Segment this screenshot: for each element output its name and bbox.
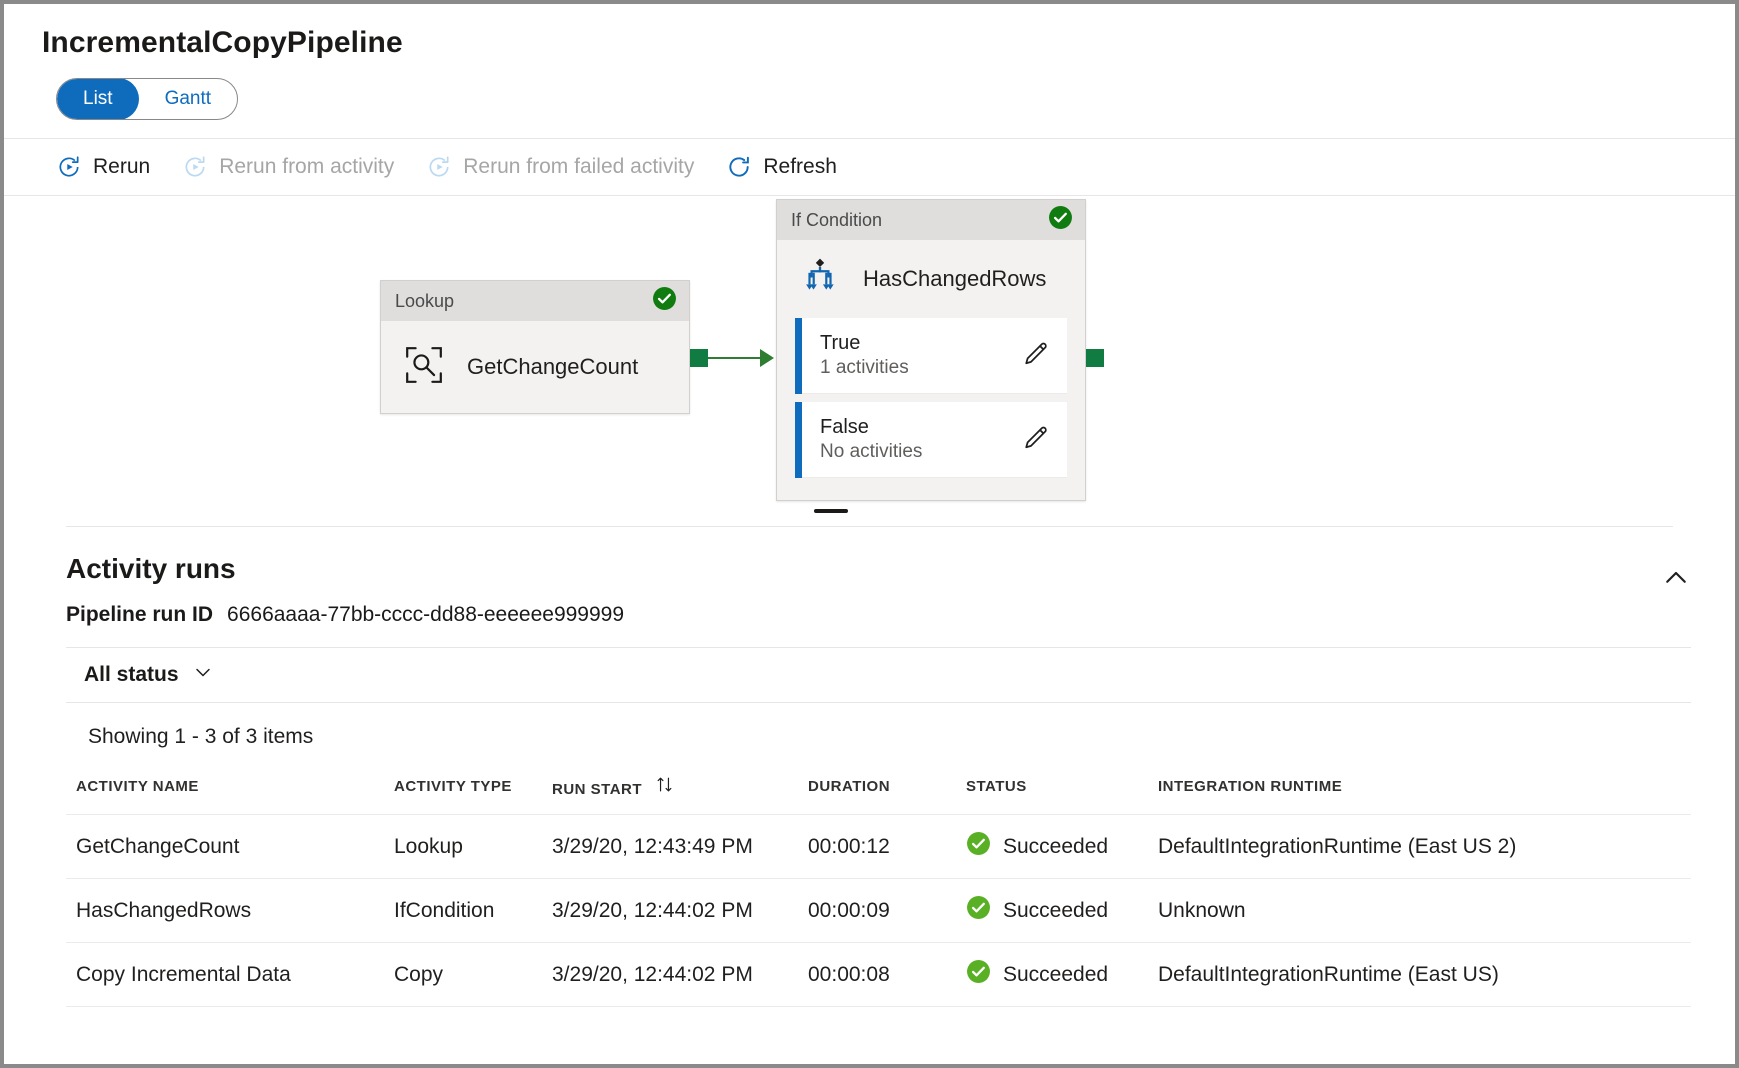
activity-node-lookup-header: Lookup xyxy=(381,281,689,321)
pipeline-run-id-value: 6666aaaa-77bb-cccc-dd88-eeeeee999999 xyxy=(227,603,624,627)
pipeline-run-id-row: Pipeline run ID 6666aaaa-77bb-cccc-dd88-… xyxy=(66,585,1691,627)
cell-activity-type: Copy xyxy=(384,943,542,1007)
table-header-row: ACTIVITY NAME ACTIVITY TYPE RUN START DU… xyxy=(66,765,1691,815)
table-row[interactable]: HasChangedRows IfCondition 3/29/20, 12:4… xyxy=(66,879,1691,943)
cell-duration: 00:00:09 xyxy=(798,879,956,943)
connector-output-port-lookup[interactable] xyxy=(690,349,708,367)
branch-false-label: False xyxy=(820,416,922,438)
pipeline-run-id-label: Pipeline run ID xyxy=(66,603,213,627)
cell-status: Succeeded xyxy=(956,943,1148,1007)
cell-integration-runtime: DefaultIntegrationRuntime (East US 2) xyxy=(1148,815,1691,879)
activity-node-if-condition-type: If Condition xyxy=(791,210,882,231)
branch-true-count: 1 activities xyxy=(820,358,909,379)
column-header-run-start-label: RUN START xyxy=(552,781,642,798)
activity-node-lookup[interactable]: Lookup xyxy=(380,280,690,414)
cell-activity-name: HasChangedRows xyxy=(66,879,384,943)
rerun-icon xyxy=(56,154,82,180)
activity-runs-table: ACTIVITY NAME ACTIVITY TYPE RUN START DU… xyxy=(66,765,1691,1007)
activity-runs-title: Activity runs xyxy=(66,527,1691,585)
branch-true-label: True xyxy=(820,332,909,354)
if-condition-branch-icon xyxy=(799,256,841,303)
status-succeeded-icon xyxy=(652,286,677,316)
cell-activity-name: GetChangeCount xyxy=(66,815,384,879)
activity-node-lookup-type: Lookup xyxy=(395,291,454,312)
cell-status: Succeeded xyxy=(956,815,1148,879)
table-row[interactable]: Copy Incremental Data Copy 3/29/20, 12:4… xyxy=(66,943,1691,1007)
column-header-duration[interactable]: DURATION xyxy=(798,765,956,815)
cell-integration-runtime: Unknown xyxy=(1148,879,1691,943)
if-condition-branch-false[interactable]: False No activities xyxy=(795,402,1067,478)
rerun-from-activity-button[interactable]: Rerun from activity xyxy=(174,148,408,186)
rerun-button[interactable]: Rerun xyxy=(48,148,164,186)
cell-status: Succeeded xyxy=(956,879,1148,943)
connector-arrow-icon xyxy=(760,349,774,367)
activity-node-if-condition[interactable]: If Condition xyxy=(776,199,1086,501)
status-succeeded-icon xyxy=(1048,205,1073,235)
cell-activity-name: Copy Incremental Data xyxy=(66,943,384,1007)
status-filter-bar: All status xyxy=(66,647,1691,703)
sort-arrows-icon[interactable] xyxy=(655,781,674,798)
pipeline-run-monitor-page: IncrementalCopyPipeline List Gantt Rerun xyxy=(0,0,1739,1068)
activity-runs-section: Activity runs Pipeline run ID 6666aaaa-7… xyxy=(4,527,1735,1007)
pencil-icon[interactable] xyxy=(1021,422,1051,457)
status-filter-dropdown[interactable]: All status xyxy=(76,654,223,696)
connector-line xyxy=(708,357,760,359)
activity-node-if-condition-header: If Condition xyxy=(777,200,1085,240)
cell-activity-type: IfCondition xyxy=(384,879,542,943)
column-header-activity-type[interactable]: ACTIVITY TYPE xyxy=(384,765,542,815)
activity-node-if-condition-body: HasChangedRows xyxy=(777,240,1085,318)
status-succeeded-icon xyxy=(966,959,991,990)
view-toggle-list[interactable]: List xyxy=(57,78,139,120)
pipeline-canvas[interactable]: Lookup xyxy=(4,196,1735,526)
cell-run-start: 3/29/20, 12:44:02 PM xyxy=(542,879,798,943)
refresh-icon xyxy=(726,154,752,180)
activity-node-if-condition-name: HasChangedRows xyxy=(863,266,1046,292)
view-toggle-gantt[interactable]: Gantt xyxy=(139,78,237,120)
result-count-text: Showing 1 - 3 of 3 items xyxy=(66,703,1691,765)
view-toggle[interactable]: List Gantt xyxy=(56,78,238,120)
column-header-activity-name[interactable]: ACTIVITY NAME xyxy=(66,765,384,815)
rerun-from-failed-activity-button[interactable]: Rerun from failed activity xyxy=(418,148,708,186)
status-succeeded-icon xyxy=(966,895,991,926)
status-succeeded-icon xyxy=(966,831,991,862)
table-row[interactable]: GetChangeCount Lookup 3/29/20, 12:43:49 … xyxy=(66,815,1691,879)
view-toggle-container: List Gantt xyxy=(4,60,1735,120)
branch-accent-bar xyxy=(795,402,802,478)
activity-node-lookup-name: GetChangeCount xyxy=(467,354,638,380)
rerun-from-failed-activity-icon xyxy=(426,154,452,180)
refresh-button[interactable]: Refresh xyxy=(718,148,851,186)
cell-run-start: 3/29/20, 12:43:49 PM xyxy=(542,815,798,879)
branch-false-count: No activities xyxy=(820,442,922,463)
rerun-from-failed-activity-label: Rerun from failed activity xyxy=(463,155,694,179)
column-header-status[interactable]: STATUS xyxy=(956,765,1148,815)
activity-node-lookup-body: GetChangeCount xyxy=(381,321,689,413)
connector-output-port-if-condition[interactable] xyxy=(1086,349,1104,367)
cell-duration: 00:00:12 xyxy=(798,815,956,879)
status-label: Succeeded xyxy=(1003,835,1108,859)
rerun-from-activity-icon xyxy=(182,154,208,180)
column-header-run-start[interactable]: RUN START xyxy=(542,765,798,815)
page-title: IncrementalCopyPipeline xyxy=(4,4,1735,60)
canvas-scroll-indicator[interactable] xyxy=(814,509,848,513)
status-label: Succeeded xyxy=(1003,963,1108,987)
branch-accent-bar xyxy=(795,318,802,394)
if-condition-node-footer xyxy=(777,478,1085,500)
status-label: Succeeded xyxy=(1003,899,1108,923)
cell-duration: 00:00:08 xyxy=(798,943,956,1007)
chevron-up-icon[interactable] xyxy=(1661,563,1691,598)
rerun-label: Rerun xyxy=(93,155,150,179)
cell-activity-type: Lookup xyxy=(384,815,542,879)
pencil-icon[interactable] xyxy=(1021,338,1051,373)
chevron-down-icon xyxy=(191,660,215,690)
command-bar: Rerun Rerun from activity Rerun from xyxy=(4,138,1735,196)
cell-integration-runtime: DefaultIntegrationRuntime (East US) xyxy=(1148,943,1691,1007)
status-filter-label: All status xyxy=(84,663,179,687)
refresh-label: Refresh xyxy=(763,155,837,179)
column-header-integration-runtime[interactable]: INTEGRATION RUNTIME xyxy=(1148,765,1691,815)
lookup-magnifier-icon xyxy=(403,344,445,391)
rerun-from-activity-label: Rerun from activity xyxy=(219,155,394,179)
cell-run-start: 3/29/20, 12:44:02 PM xyxy=(542,943,798,1007)
if-condition-branch-true[interactable]: True 1 activities xyxy=(795,318,1067,394)
